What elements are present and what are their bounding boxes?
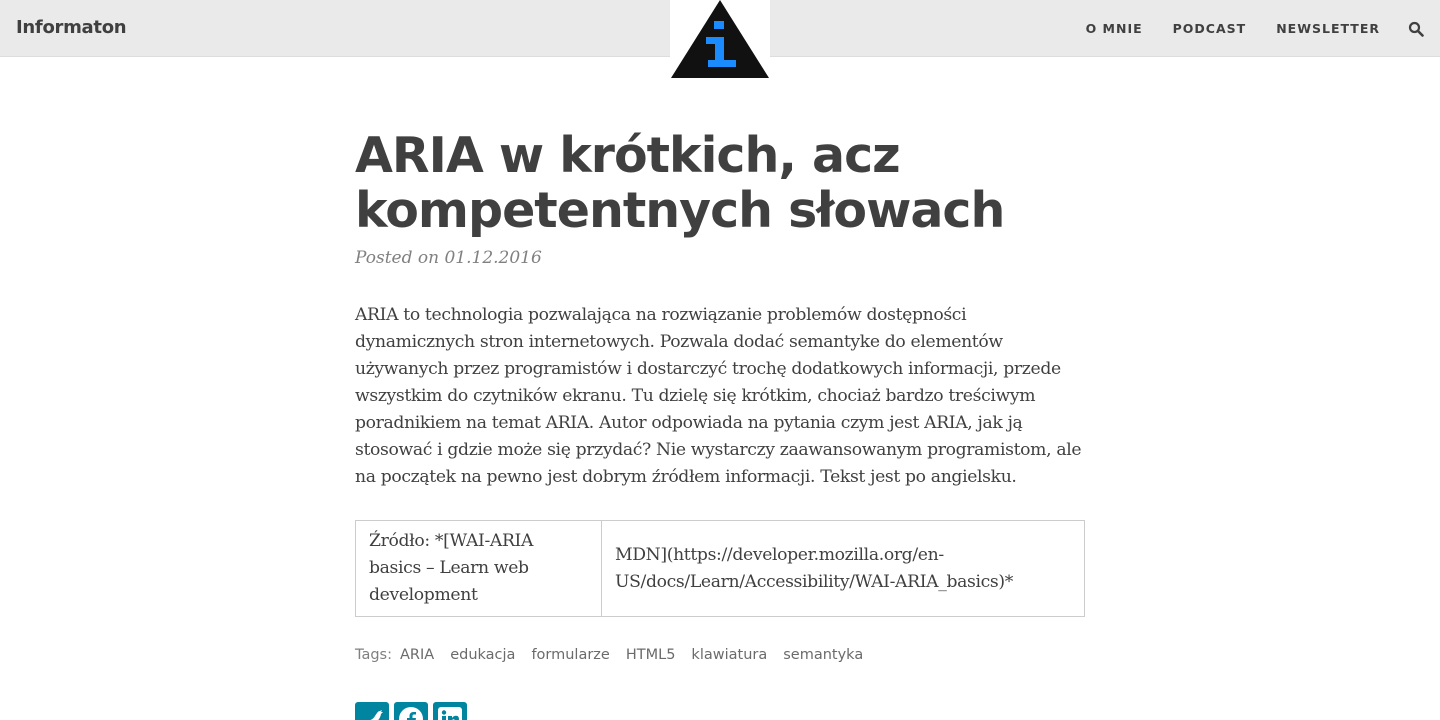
brand-link[interactable]: Informaton (16, 17, 127, 38)
linkedin-share-button[interactable] (433, 702, 467, 720)
table-cell-link: MDN](https://developer.mozilla.org/en-US… (601, 520, 1085, 617)
source-table: Źródło: *[WAI-ARIA basics – Learn web de… (355, 520, 1085, 617)
tag-formularze[interactable]: formularze (531, 647, 609, 663)
tag-list: Tags: ARIA edukacja formularze HTML5 kla… (355, 647, 1085, 663)
tag-html5[interactable]: HTML5 (626, 647, 676, 663)
nav-item-o-mnie[interactable]: O MNIE (1086, 21, 1143, 36)
tag-semantyka[interactable]: semantyka (783, 647, 863, 663)
navbar: Informaton O MNIE PODCAST NEWSLETTER (0, 0, 1440, 80)
table-row: Źródło: *[WAI-ARIA basics – Learn web de… (355, 520, 1085, 617)
tag-aria[interactable]: ARIA (400, 647, 434, 663)
site-logo[interactable] (670, 0, 770, 80)
tag-klawiatura[interactable]: klawiatura (691, 647, 767, 663)
info-triangle-icon (671, 0, 769, 78)
share-buttons (355, 702, 472, 720)
search-icon[interactable] (1408, 21, 1424, 37)
post-date: Posted on 01.12.2016 (355, 248, 542, 268)
main-nav: O MNIE PODCAST NEWSLETTER (1086, 0, 1440, 57)
nav-item-newsletter[interactable]: NEWSLETTER (1276, 21, 1380, 36)
table-cell-source: Źródło: *[WAI-ARIA basics – Learn web de… (355, 520, 602, 617)
twitter-share-button[interactable] (355, 702, 389, 720)
post-body: ARIA to technologia pozwalająca na rozwi… (355, 305, 1082, 487)
nav-item-podcast[interactable]: PODCAST (1173, 21, 1247, 36)
post-title: ARIA w krótkich, acz kompetentnych słowa… (355, 127, 1005, 239)
post-article: ARIA w krótkich, acz kompetentnych słowa… (355, 128, 1085, 663)
facebook-icon (399, 707, 423, 720)
facebook-share-button[interactable] (394, 702, 428, 720)
tag-edukacja[interactable]: edukacja (450, 647, 515, 663)
linkedin-icon (438, 707, 462, 720)
twitter-icon (362, 710, 383, 720)
tags-label: Tags: (355, 647, 392, 663)
